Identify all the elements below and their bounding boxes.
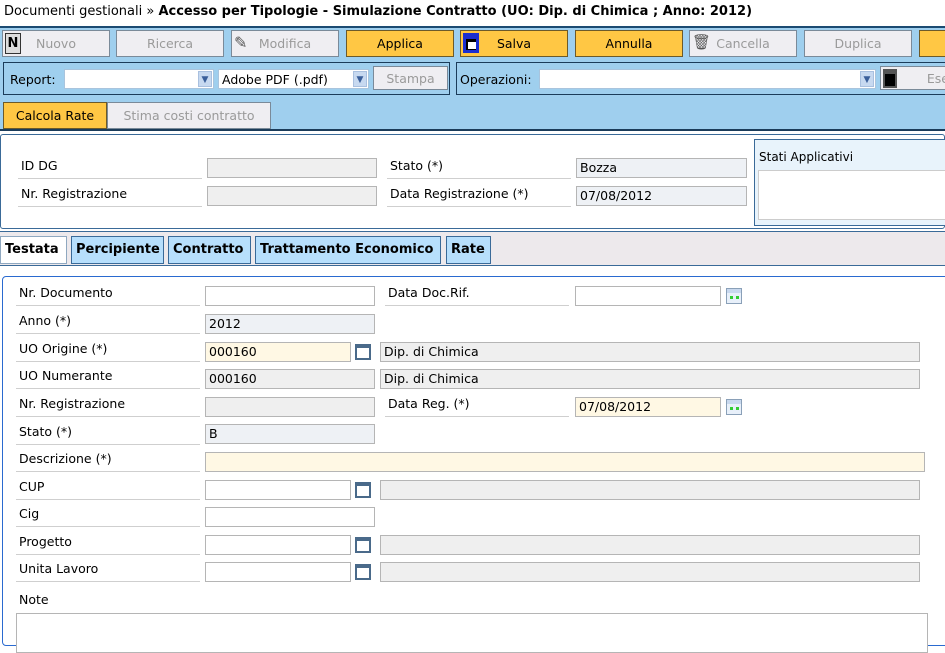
progetto-desc: [380, 535, 920, 555]
pencil-icon: ✎: [234, 33, 248, 52]
uo-origine-input[interactable]: 000160: [205, 342, 351, 362]
cig-input[interactable]: [205, 507, 375, 527]
progetto-input[interactable]: [205, 535, 351, 555]
lookup-icon[interactable]: [355, 344, 371, 360]
stato-field: Bozza: [576, 158, 747, 178]
tab-trattamento-economico[interactable]: Trattamento Economico: [255, 236, 441, 264]
stampa-button[interactable]: Stampa: [373, 66, 448, 90]
chevron-down-icon: ▼: [198, 71, 212, 87]
operazioni-select[interactable]: ▼: [539, 69, 876, 89]
nr-registrazione-field: [205, 397, 375, 417]
tab-bar: Testata Percipiente Contratto Trattament…: [0, 231, 945, 266]
lookup-icon[interactable]: [355, 482, 371, 498]
new-document-icon: N: [5, 33, 21, 54]
uo-numerante-desc: Dip. di Chimica: [380, 369, 920, 389]
format-select[interactable]: Adobe PDF (.pdf) ▼: [218, 69, 369, 89]
report-panel: Report: ▼ Adobe PDF (.pdf) ▼ Stampa: [3, 62, 450, 95]
descrizione-input[interactable]: [205, 452, 925, 472]
header-panel: ID DG Nr. Registrazione Stato (*) Bozza …: [0, 134, 945, 229]
stima-costi-button[interactable]: Stima costi contratto: [107, 102, 271, 129]
floppy-disk-icon: [883, 69, 897, 88]
tab-contratto[interactable]: Contratto: [168, 236, 251, 264]
tab-percipiente[interactable]: Percipiente: [71, 236, 164, 264]
stati-applicativi-list[interactable]: [758, 170, 945, 220]
data-registrazione-field: 07/08/2012: [576, 186, 747, 206]
toolbar: N Nuovo Ricerca ✎ Modifica Applica Salva A…: [0, 26, 945, 131]
chevron-down-icon: ▼: [353, 71, 367, 87]
unita-lavoro-input[interactable]: [205, 562, 351, 582]
unita-lavoro-desc: [380, 562, 920, 582]
uo-origine-desc: Dip. di Chimica: [380, 342, 920, 362]
stati-applicativi-box: Stati Applicativi: [754, 139, 945, 226]
chevron-down-icon: ▼: [860, 71, 874, 87]
nr-registrazione-field: [207, 186, 377, 206]
annulla-button[interactable]: Annulla: [575, 30, 683, 57]
duplica-button[interactable]: Duplica: [804, 30, 912, 57]
cup-input[interactable]: [205, 480, 351, 500]
operazioni-panel: Operazioni: ▼ Ese: [456, 62, 945, 95]
testata-form: Nr. Documento Data Doc.Rif. Anno (*) 201…: [2, 276, 945, 653]
cancella-button[interactable]: 🗑 Cancella: [689, 30, 797, 57]
calendar-icon[interactable]: [726, 399, 742, 415]
cup-desc: [380, 480, 920, 500]
uo-numerante-field: 000160: [205, 369, 375, 389]
id-dg-field: [207, 158, 377, 178]
lookup-icon[interactable]: [355, 537, 371, 553]
calendar-icon[interactable]: [726, 288, 742, 304]
nr-documento-input[interactable]: [205, 286, 375, 306]
lookup-icon[interactable]: [355, 564, 371, 580]
nuovo-button[interactable]: N Nuovo: [2, 30, 110, 57]
report-select[interactable]: ▼: [64, 69, 214, 89]
modifica-button[interactable]: ✎ Modifica: [231, 30, 339, 57]
data-reg-input[interactable]: 07/08/2012: [575, 397, 721, 417]
calcola-rate-button[interactable]: Calcola Rate: [3, 102, 107, 129]
tab-rate[interactable]: Rate: [446, 236, 491, 264]
trash-icon: 🗑: [692, 33, 712, 51]
anno-field: 2012: [205, 314, 375, 334]
stato-field: B: [205, 424, 375, 444]
floppy-disk-icon: [463, 33, 479, 53]
page-title: Accesso per Tipologie - Simulazione Cont…: [158, 4, 753, 19]
data-doc-rif-input[interactable]: [575, 286, 721, 306]
tab-testata[interactable]: Testata: [0, 236, 67, 264]
ricerca-button[interactable]: Ricerca: [116, 30, 224, 57]
breadcrumb: Documenti gestionali » Accesso per Tipol…: [4, 4, 753, 19]
salva-button[interactable]: Salva: [460, 30, 568, 57]
extra-button[interactable]: [919, 30, 945, 57]
esegui-button[interactable]: Ese: [880, 66, 945, 90]
applica-button[interactable]: Applica: [346, 30, 454, 57]
note-textarea[interactable]: [16, 613, 928, 653]
